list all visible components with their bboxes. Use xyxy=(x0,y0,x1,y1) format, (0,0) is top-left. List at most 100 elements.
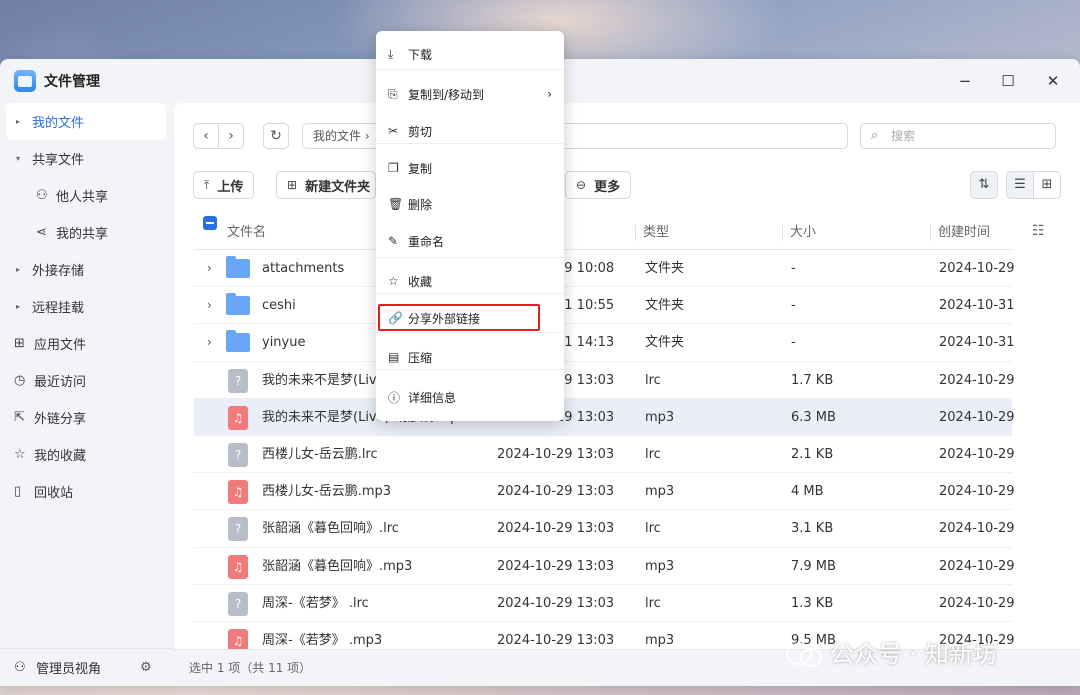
file-created: 2024-10-29 xyxy=(939,372,1015,388)
file-name: 西楼儿女-岳云鹏.lrc xyxy=(262,446,378,462)
menu-item[interactable]: ⎘ 复制到/移动到 › xyxy=(376,79,564,109)
grid-view-icon[interactable]: ⊞ xyxy=(1033,171,1061,199)
file-created: 2024-10-29 xyxy=(939,595,1015,611)
sidebar-item-external-storage[interactable]: ▸ 外接存储 xyxy=(6,251,166,288)
table-row[interactable]: ?我的未来不是梦(Live)-胡彦斌.lrc2024-10-29 13:03lr… xyxy=(194,362,1015,399)
file-size: 6.3 MB xyxy=(791,409,836,425)
new-folder-button[interactable]: ⊞ 新建文件夹 xyxy=(276,171,376,199)
column-header-type[interactable]: 类型 xyxy=(643,216,669,250)
select-all-checkbox[interactable] xyxy=(203,216,217,230)
admin-view-toggle[interactable]: ⚇ 管理员视角 ⚙ xyxy=(0,648,174,686)
file-size: 1.3 KB xyxy=(791,595,834,611)
menu-item[interactable]: ⓘ 详细信息 xyxy=(376,382,564,412)
upload-button[interactable]: ⤒ 上传 xyxy=(193,171,255,199)
chevron-right-icon: › xyxy=(547,87,552,101)
file-created: 2024-10-31 xyxy=(939,298,1015,314)
menu-item-label: 收藏 xyxy=(408,274,433,289)
table-row[interactable]: ♫我的未来不是梦(Live)-胡彦斌.mp32024-10-29 13:03mp… xyxy=(194,398,1015,436)
maximize-button[interactable]: ☐ xyxy=(998,71,1018,91)
file-type: lrc xyxy=(645,595,661,611)
sidebar-item-shared-by-others[interactable]: ⚇ 他人共享 xyxy=(6,177,166,214)
menu-item[interactable]: ▤ 压缩 xyxy=(376,342,564,372)
list-view-icon[interactable]: ☰ xyxy=(1006,171,1034,199)
sidebar-item-my-shares[interactable]: ⋖ 我的共享 xyxy=(6,214,166,251)
forward-button[interactable]: › xyxy=(218,123,244,149)
file-created: 2024-10-29 xyxy=(939,521,1015,537)
table-row[interactable]: ›attachments2024-10-29 10:08文件夹-2024-10-… xyxy=(194,250,1015,288)
wechat-logo-icon xyxy=(786,639,822,667)
file-created: 2024-10-29 xyxy=(939,446,1015,462)
expand-chevron-icon[interactable]: › xyxy=(207,287,212,324)
table-row[interactable]: ? 周深-《若梦》 .lrc 2024-10-29 13:03 lrc 1.3 KB 20… xyxy=(194,585,1015,622)
menu-item-label: 分享外部链接 xyxy=(408,311,481,326)
column-settings-icon[interactable]: ☷ xyxy=(1032,223,1045,239)
expand-chevron-icon[interactable]: › xyxy=(207,250,212,287)
menu-item-label: 剪切 xyxy=(408,124,433,139)
minimize-button[interactable]: − xyxy=(955,71,975,91)
menu-item[interactable]: ✂ 剪切 xyxy=(376,116,564,146)
menu-item-label: 删除 xyxy=(408,197,433,212)
sort-icon[interactable]: ⇅ xyxy=(970,171,998,199)
sidebar-item-my-files[interactable]: ▸ 我的文件 xyxy=(6,103,166,140)
file-size: - xyxy=(791,335,796,351)
menu-item[interactable]: ✎ 重命名 xyxy=(376,226,564,256)
sidebar: ▸ 我的文件 ▾ 共享文件 ⚇ 他人共享 ⋖ 我的共享 ▸ 外接存储 ▸ 远程挂… xyxy=(0,103,174,686)
table-row[interactable]: ♫ 张韶涵《暮色回响》.mp3 2024-10-29 13:03 mp3 7.9 MB 2… xyxy=(194,548,1015,585)
file-name: attachments xyxy=(262,261,345,276)
menu-item[interactable]: ☆ 收藏 xyxy=(376,266,564,296)
close-button[interactable]: ✕ xyxy=(1043,71,1063,91)
expand-chevron-icon[interactable]: › xyxy=(207,324,212,361)
sidebar-item-app-files[interactable]: ⊞ 应用文件 xyxy=(6,325,166,362)
breadcrumb-item[interactable]: 我的文件 › xyxy=(313,129,370,143)
column-header-created[interactable]: 创建时间 xyxy=(938,216,990,250)
column-header-name[interactable]: 文件名 xyxy=(227,216,266,250)
file-size: 4 MB xyxy=(791,484,824,500)
back-button[interactable]: ‹ xyxy=(193,123,219,149)
sidebar-item-label: 最近访问 xyxy=(34,375,87,390)
sidebar-item-recent[interactable]: ◷ 最近访问 xyxy=(6,362,166,399)
upload-label: 上传 xyxy=(217,179,244,195)
column-divider xyxy=(930,225,931,241)
table-row[interactable]: ›yinyue2024-10-31 14:13文件夹-2024-10-31 xyxy=(194,324,1015,362)
sidebar-item-label: 共享文件 xyxy=(32,153,85,168)
apps-icon: ⊞ xyxy=(14,336,25,351)
menu-item[interactable]: 🗑 删除 xyxy=(376,189,564,219)
file-created: 2024-10-29 xyxy=(939,409,1015,425)
window-title: 文件管理 xyxy=(44,74,100,90)
file-type: lrc xyxy=(645,446,661,462)
file-size: 1.7 KB xyxy=(791,372,834,388)
refresh-button[interactable]: ↻ xyxy=(263,123,289,149)
menu-item[interactable]: 🔗 分享外部链接 xyxy=(376,303,564,333)
more-button[interactable]: ⊖ 更多 xyxy=(565,171,632,199)
menu-item[interactable]: ❐ 复制 xyxy=(376,153,564,183)
sidebar-item-favorites[interactable]: ☆ 我的收藏 xyxy=(6,436,166,473)
caret-right-icon: ▸ xyxy=(16,117,21,126)
new-folder-icon: ⊞ xyxy=(287,178,298,192)
search-placeholder: 搜索 xyxy=(891,129,916,143)
file-modified: 2024-10-29 13:03 xyxy=(497,484,615,500)
table-row[interactable]: ? 西楼儿女-岳云鹏.lrc 2024-10-29 13:03 lrc 2.1 KB 20… xyxy=(194,436,1015,474)
menu-separator xyxy=(376,257,564,258)
context-menu: ⤓ 下载 ⎘ 复制到/移动到 › ✂ 剪切 ❐ 复制 🗑 删除 ✎ 重命名 ☆ 收藏 🔗 分享外部链接 ▤ 压缩 ⓘ 详… xyxy=(376,31,564,421)
sidebar-item-remote-mount[interactable]: ▸ 远程挂载 xyxy=(6,288,166,325)
archive-icon: ▤ xyxy=(388,350,400,364)
menu-item-label: 复制 xyxy=(408,161,433,176)
file-name: 周深-《若梦》 .lrc xyxy=(262,595,369,611)
menu-item[interactable]: ⤓ 下载 xyxy=(376,39,564,69)
external-link-icon: ⇱ xyxy=(14,410,25,425)
table-row[interactable]: ♫ 西楼儿女-岳云鹏.mp3 2024-10-29 13:03 mp3 4 MB 2024… xyxy=(194,473,1015,511)
menu-item-label: 详细信息 xyxy=(408,390,457,405)
folder-icon xyxy=(226,330,250,353)
column-header-size[interactable]: 大小 xyxy=(790,216,816,250)
sidebar-item-label: 我的共享 xyxy=(56,227,109,242)
file-modified: 2024-10-29 13:03 xyxy=(497,521,615,537)
sidebar-item-recycle-bin[interactable]: ▯ 回收站 xyxy=(6,473,166,510)
star-icon: ☆ xyxy=(14,447,26,462)
table-row[interactable]: ›ceshi2024-10-31 10:55文件夹-2024-10-31 xyxy=(194,287,1015,325)
sidebar-item-external-links[interactable]: ⇱ 外链分享 xyxy=(6,399,166,436)
search-input[interactable]: ⌕ 搜索 xyxy=(860,123,1056,149)
music-file-icon: ♫ xyxy=(228,554,248,579)
sidebar-item-shared-files[interactable]: ▾ 共享文件 xyxy=(6,140,166,177)
table-row[interactable]: ? 张韶涵《暮色回响》.lrc 2024-10-29 13:03 lrc 3.1 KB 2… xyxy=(194,510,1015,548)
gear-icon[interactable]: ⚙ xyxy=(140,660,152,675)
